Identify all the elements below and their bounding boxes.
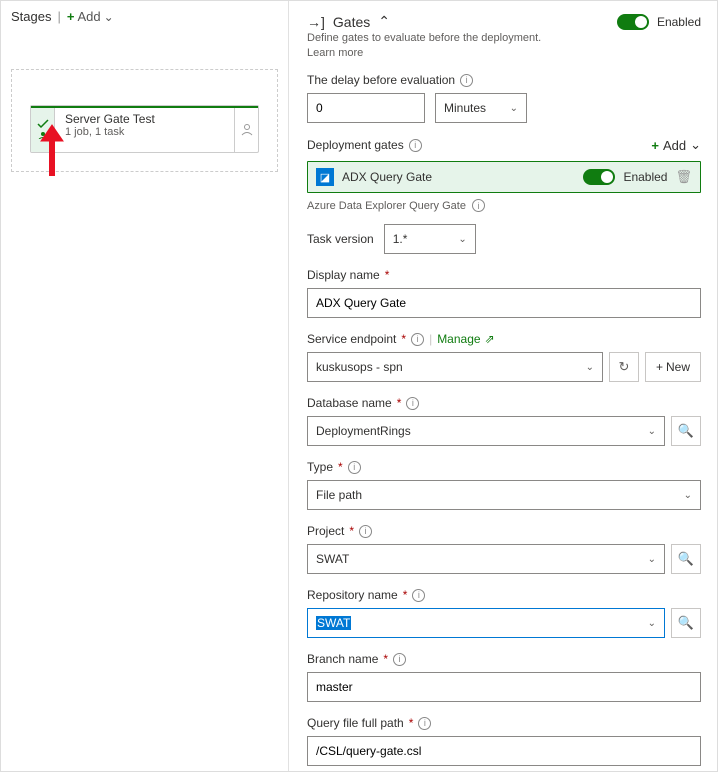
task-version-select[interactable]: 1.* ⌄ (384, 224, 476, 254)
info-icon[interactable]: i (411, 333, 424, 346)
add-stage-label: Add (77, 9, 100, 24)
external-icon: ⇗ (485, 332, 495, 346)
chevron-up-icon[interactable]: ⌃ (378, 13, 390, 30)
stages-heading: Stages (11, 9, 51, 24)
type-label: Type (307, 460, 333, 474)
search-icon: 🔍 (678, 615, 694, 631)
repo-label: Repository name (307, 588, 398, 602)
info-icon[interactable]: i (460, 74, 473, 87)
info-icon[interactable]: i (418, 717, 431, 730)
chevron-down-icon: ⌄ (510, 103, 518, 114)
gate-item[interactable]: ◪ ADX Query Gate Enabled 🗑 (307, 161, 701, 193)
chevron-down-icon: ⌄ (648, 554, 656, 565)
delay-unit-select[interactable]: Minutes ⌄ (435, 93, 527, 123)
info-icon[interactable]: i (409, 139, 422, 152)
branch-input[interactable] (307, 672, 701, 702)
gates-description: Define gates to evaluate before the depl… (307, 32, 701, 44)
refresh-icon: ↻ (619, 359, 630, 375)
plus-icon: + (656, 360, 663, 374)
info-icon[interactable]: i (472, 199, 485, 212)
add-stage-button[interactable]: + Add (67, 9, 114, 24)
plus-icon: + (67, 9, 75, 24)
adx-icon: ◪ (316, 168, 334, 186)
chevron-down-icon (104, 9, 114, 24)
gate-item-toggle[interactable] (583, 169, 615, 185)
manage-link[interactable]: Manage⇗ (437, 332, 494, 346)
query-path-input[interactable] (307, 736, 701, 766)
search-icon: 🔍 (678, 551, 694, 567)
browse-repo-button[interactable]: 🔍 (671, 608, 701, 638)
delay-unit-value: Minutes (444, 101, 486, 115)
task-version-value: 1.* (393, 232, 408, 246)
gates-title: Gates (333, 14, 370, 30)
chevron-down-icon: ⌄ (458, 234, 466, 245)
gates-toggle[interactable] (617, 14, 649, 30)
browse-database-button[interactable]: 🔍 (671, 416, 701, 446)
chevron-down-icon: ⌄ (648, 426, 656, 437)
browse-project-button[interactable]: 🔍 (671, 544, 701, 574)
info-icon[interactable]: i (406, 397, 419, 410)
callout-arrow (37, 121, 67, 184)
delay-input[interactable] (307, 93, 425, 123)
new-endpoint-button[interactable]: +New (645, 352, 701, 382)
info-icon[interactable]: i (359, 525, 372, 538)
database-value: DeploymentRings (316, 424, 411, 438)
learn-more-link[interactable]: Learn more (307, 47, 363, 59)
gate-item-enabled-label: Enabled (623, 170, 667, 184)
project-value: SWAT (316, 552, 349, 566)
post-deploy-user-icon[interactable] (234, 106, 258, 152)
delete-icon[interactable]: 🗑 (675, 169, 692, 185)
deployment-gates-label: Deployment gates (307, 138, 404, 152)
repo-select[interactable]: SWAT ⌄ (307, 608, 665, 638)
gate-type-caption: Azure Data Explorer Query Gate (307, 200, 466, 212)
chevron-down-icon: ⌄ (684, 490, 692, 501)
plus-icon: + (651, 138, 659, 153)
branch-label: Branch name (307, 652, 378, 666)
chevron-down-icon: ⌄ (648, 618, 656, 629)
display-name-label: Display name (307, 268, 380, 282)
query-path-label: Query file full path (307, 716, 404, 730)
service-endpoint-label: Service endpoint (307, 332, 396, 346)
separator: | (57, 9, 60, 24)
gate-item-name: ADX Query Gate (342, 170, 575, 184)
stage-subtitle: 1 job, 1 task (65, 126, 224, 138)
new-endpoint-label: New (666, 360, 690, 374)
refresh-button[interactable]: ↻ (609, 352, 639, 382)
info-icon[interactable]: i (348, 461, 361, 474)
project-label: Project (307, 524, 344, 538)
add-gate-button[interactable]: + Add ⌄ (651, 137, 701, 153)
exit-icon: →] (307, 14, 325, 30)
database-select[interactable]: DeploymentRings ⌄ (307, 416, 665, 446)
search-icon: 🔍 (678, 423, 694, 439)
task-version-label: Task version (307, 232, 374, 246)
info-icon[interactable]: i (412, 589, 425, 602)
chevron-down-icon: ⌄ (586, 362, 594, 373)
chevron-down-icon: ⌄ (690, 137, 701, 153)
database-label: Database name (307, 396, 392, 410)
delay-label: The delay before evaluation (307, 73, 455, 87)
info-icon[interactable]: i (393, 653, 406, 666)
repo-value: SWAT (316, 616, 351, 630)
project-select[interactable]: SWAT ⌄ (307, 544, 665, 574)
gates-enabled-label: Enabled (657, 15, 701, 29)
type-value: File path (316, 488, 362, 502)
add-gate-label: Add (663, 138, 686, 153)
service-endpoint-select[interactable]: kuskusops - spn ⌄ (307, 352, 603, 382)
type-select[interactable]: File path ⌄ (307, 480, 701, 510)
stage-title: Server Gate Test (65, 112, 224, 126)
display-name-input[interactable] (307, 288, 701, 318)
service-endpoint-value: kuskusops - spn (316, 360, 403, 374)
